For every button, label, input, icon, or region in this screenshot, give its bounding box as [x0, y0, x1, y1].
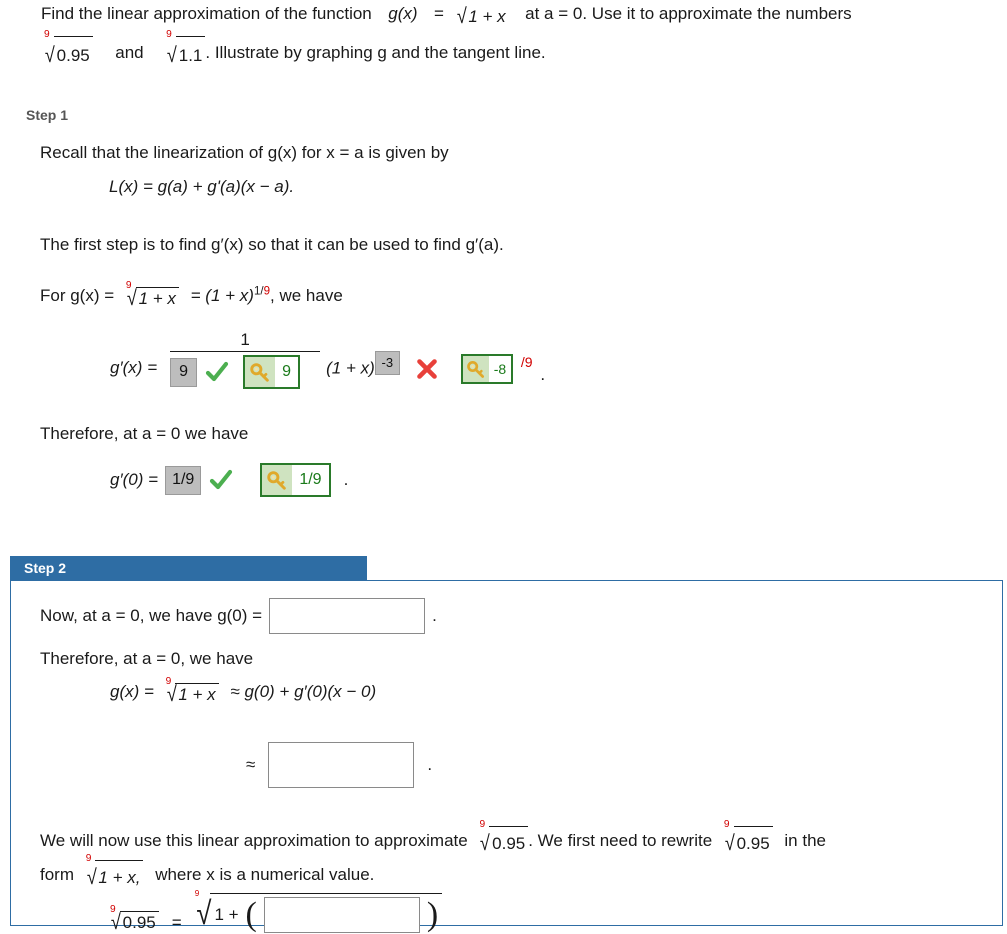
step-2-banner: Step 2 — [10, 556, 367, 580]
derivative-base: (1 + x) — [326, 358, 375, 378]
problem-line2-text-b: . Illustrate by graphing g and the tange… — [205, 43, 546, 63]
step1-linearization-formula: L(x) = g(a) + g'(a)(x − a). — [109, 177, 295, 196]
exponent-answer-box[interactable]: -3 — [374, 350, 400, 375]
rewrite-input[interactable] — [263, 897, 420, 934]
step2-paragraph-3: We will now use this linear approximatio… — [40, 819, 970, 893]
radical-index: 9 — [479, 818, 486, 830]
radicand-1-plus-x: 1 + x — [178, 685, 216, 705]
problem-statement: Find the linear approximation of the fun… — [41, 0, 971, 74]
step2-eq1-pre: g(x) = — [110, 682, 154, 701]
denominator-key-box[interactable]: 9 — [243, 355, 301, 389]
step2-p3-c: in the — [784, 831, 826, 850]
rewrite-equals: = — [171, 913, 182, 932]
radical-0-95-c: 9 √ 0.95 — [724, 819, 773, 859]
step1-exponent: 1/9 — [253, 285, 270, 298]
step-1-label: Step 1 — [26, 107, 69, 123]
step2-p3-a: We will now use this linear approximatio… — [40, 831, 468, 850]
derivative-exponent-slot: -3 — [374, 350, 400, 375]
derivative-fraction: 1 9 9 — [170, 330, 321, 389]
paren-close: ) — [426, 896, 439, 934]
fraction-numerator: 1 — [240, 330, 250, 349]
radical-1-1: 9 √ 1.1 — [166, 29, 206, 74]
step2-paragraph-1: Now, at a = 0, we have g(0) = . — [40, 598, 437, 634]
radical-index: 9 — [723, 818, 730, 830]
step1-paragraph-3: For g(x) = 9 √ 1 + x = (1 + x)1/9, we have — [40, 280, 343, 309]
g-prime-zero-lhs: g′(0) = — [110, 470, 159, 489]
radical-line1: 9√1 + x — [456, 0, 509, 35]
step1-exponent-num: 1/ — [253, 285, 264, 298]
key-icon — [262, 465, 293, 495]
key-icon — [462, 356, 489, 383]
radical-0-95-a: 9 √ 0.95 — [44, 29, 93, 74]
webassign-problem-page: Find the linear approximation of the fun… — [0, 0, 1007, 934]
radicand-1-plus-x: 1 + x, — [98, 868, 141, 888]
step2-equation-1: g(x) = 9 √ 1 + x ≈ g(0) + g′(0)(x − 0) — [110, 676, 377, 705]
exponent-key-value: -8 — [493, 361, 507, 378]
radicand-0-95: 0.95 — [492, 834, 526, 854]
derivative-period: . — [540, 364, 546, 384]
approx-period: . — [427, 755, 433, 774]
problem-line1-text-a: Find the linear approximation of the fun… — [41, 4, 372, 23]
step1-paragraph-1: Recall that the linearization of g(x) fo… — [40, 143, 449, 162]
radical-index: 9 — [166, 28, 172, 40]
step2-p1-post: . — [432, 606, 437, 625]
radicand-0-95: 0.95 — [56, 46, 90, 66]
g-prime-zero-period: . — [343, 470, 349, 489]
problem-line1-text-b: at a = 0. Use it to approximate the numb… — [525, 4, 852, 23]
paren-open: ( — [245, 896, 257, 934]
denominator-key-value: 9 — [282, 363, 292, 380]
step2-paragraph-2: Therefore, at a = 0, we have — [40, 649, 254, 668]
radicand-1-plus-x: 1 + x — [138, 289, 176, 309]
derivative-lhs: g′(x) = — [110, 357, 158, 377]
step2-eq1-post: ≈ g(0) + g′(0)(x − 0) — [230, 682, 377, 701]
key-icon — [245, 357, 276, 387]
radicand-0-95: 0.95 — [736, 834, 770, 854]
exponent-key-suffix: /9 — [520, 353, 533, 370]
step1-p3-post: , we have — [270, 286, 343, 305]
derivative-answer-row: g′(x) = 1 9 9 (1 + x) -3 -8 /9 . — [110, 330, 545, 389]
radicand-line1: 1 + x — [468, 7, 506, 27]
approximation-input[interactable] — [268, 742, 415, 788]
step1-p3-pre: For g(x) = — [40, 286, 115, 305]
step2-p3-b: . We first need to rewrite — [528, 831, 713, 850]
radical-rewrite: 9 √ 1 + ( ) — [195, 889, 443, 934]
exponent-key-box[interactable]: -8 — [460, 354, 514, 385]
fraction-denominator: 9 9 — [170, 351, 321, 389]
radical-0-95-d: 9 √ 0.95 — [110, 904, 159, 933]
step2-approximation-row: ≈ . — [246, 742, 432, 788]
g-prime-zero-answer-box[interactable]: 1/9 — [165, 465, 202, 495]
radical-index: 9 — [456, 0, 462, 1]
radical-1-plus-x-b: 9 √ 1 + x — [166, 676, 219, 705]
problem-and: and — [115, 43, 144, 63]
radical-1-plus-x-c: 9 √ 1 + x, — [86, 853, 144, 893]
step2-rewrite-row: 9 √ 0.95 = 9 √ 1 + ( ) — [110, 889, 443, 934]
g-prime-zero-key-box[interactable]: 1/9 — [260, 463, 331, 497]
g-prime-zero-key-value: 1/9 — [299, 471, 322, 488]
problem-function-label: g(x) — [388, 4, 418, 23]
rewrite-one-plus: 1 + — [214, 905, 239, 925]
g-prime-zero-row: g′(0) = 1/9 1/9 . — [110, 463, 348, 497]
g-zero-input[interactable] — [269, 598, 426, 634]
radical-1-plus-x-a: 9 √ 1 + x — [126, 280, 179, 309]
cross-icon — [416, 358, 438, 380]
radicand-1-1: 1.1 — [178, 46, 203, 66]
check-icon — [204, 359, 230, 385]
derivative-base-group: (1 + x) -3 -8 /9 . — [326, 335, 545, 385]
radical-0-95-b: 9 √ 0.95 — [479, 819, 529, 859]
radical-index: 9 — [85, 852, 92, 864]
radicand-0-95: 0.95 — [122, 913, 156, 933]
approx-sign: ≈ — [246, 755, 256, 774]
step2-p3-d: form — [40, 865, 74, 885]
step1-paragraph-4: Therefore, at a = 0 we have — [40, 424, 249, 443]
check-icon — [208, 467, 234, 493]
step2-p1-pre: Now, at a = 0, we have g(0) = — [40, 606, 263, 625]
radical-index: 9 — [44, 28, 50, 40]
step1-p3-mid: = (1 + x) — [190, 286, 254, 305]
step1-paragraph-2: The first step is to find g′(x) so that … — [40, 235, 504, 254]
step2-p3-e: where x is a numerical value. — [155, 865, 375, 885]
problem-equals: = — [434, 4, 444, 23]
denominator-answer-box[interactable]: 9 — [170, 357, 198, 387]
